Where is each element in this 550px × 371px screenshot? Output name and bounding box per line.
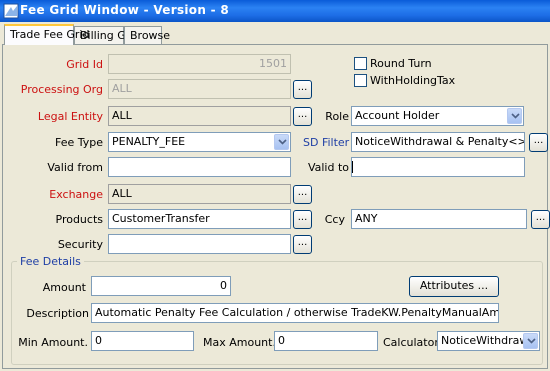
- valid-to-label: Valid to: [307, 161, 349, 174]
- products-field[interactable]: CustomerTransfer: [108, 209, 291, 229]
- fee-grid-window: Fee Grid Window - Version - 8 Trade Fee …: [0, 0, 550, 371]
- valid-from-label: Valid from: [47, 161, 103, 174]
- grid-id-field[interactable]: 1501: [108, 54, 291, 74]
- processing-org-field[interactable]: ALL: [108, 79, 291, 99]
- min-amount-label: Min Amount.: [18, 336, 88, 349]
- withholding-tax-checkbox[interactable]: [354, 74, 367, 87]
- fee-details-legend: Fee Details: [17, 255, 84, 268]
- role-label: Role: [325, 110, 349, 123]
- security-ellipsis-button[interactable]: ...: [293, 235, 312, 254]
- exchange-label: Exchange: [49, 188, 103, 201]
- round-turn-label: Round Turn: [370, 57, 432, 70]
- description-field[interactable]: Automatic Penalty Fee Calculation / othe…: [91, 303, 499, 323]
- tab-browse[interactable]: Browse: [124, 26, 170, 44]
- trade-fee-grid-panel: Grid Id 1501 Processing Org ALL ... Lega…: [2, 44, 550, 369]
- role-value: Account Holder: [355, 109, 440, 122]
- description-label: Description: [26, 307, 89, 320]
- products-label: Products: [55, 213, 104, 226]
- chevron-down-icon[interactable]: [523, 333, 538, 349]
- exchange-field[interactable]: ALL: [108, 184, 291, 204]
- sd-filter-label[interactable]: SD Filter: [303, 136, 349, 149]
- attributes-button[interactable]: Attributes ...: [409, 276, 499, 297]
- amount-label: Amount: [42, 281, 86, 294]
- max-amount-label: Max Amount.: [203, 336, 276, 349]
- withholding-tax-label: WithHoldingTax: [370, 74, 456, 87]
- sd-filter-field[interactable]: NoticeWithdrawal & Penalty<>Zero: [351, 132, 525, 152]
- text-cursor: [352, 161, 353, 173]
- security-label: Security: [57, 238, 103, 251]
- processing-org-ellipsis-button[interactable]: ...: [293, 80, 312, 99]
- window-icon: [3, 3, 19, 19]
- chevron-down-icon[interactable]: [274, 134, 289, 150]
- amount-field[interactable]: 0: [91, 276, 231, 296]
- min-amount-field[interactable]: 0: [91, 331, 194, 351]
- ccy-label: Ccy: [324, 213, 345, 226]
- valid-from-field[interactable]: [108, 157, 291, 177]
- chevron-down-icon[interactable]: [507, 108, 522, 124]
- sd-filter-ellipsis-button[interactable]: ...: [529, 133, 548, 152]
- title-bar[interactable]: Fee Grid Window - Version - 8: [0, 0, 550, 22]
- fee-type-value: PENALTY_FEE: [112, 135, 186, 148]
- tab-trade-fee-grid[interactable]: Trade Fee Grid: [4, 24, 89, 45]
- fee-type-label: Fee Type: [54, 136, 103, 149]
- calculator-select[interactable]: NoticeWithdrawa...: [437, 331, 540, 351]
- ccy-ellipsis-button[interactable]: ...: [531, 210, 550, 229]
- round-turn-checkbox[interactable]: [354, 57, 367, 70]
- legal-entity-field[interactable]: ALL: [108, 106, 291, 126]
- valid-to-field[interactable]: [351, 157, 525, 177]
- fee-type-select[interactable]: PENALTY_FEE: [108, 132, 291, 152]
- legal-entity-label: Legal Entity: [37, 110, 103, 123]
- processing-org-label: Processing Org: [20, 83, 103, 96]
- max-amount-field[interactable]: 0: [274, 331, 378, 351]
- grid-id-label: Grid Id: [66, 58, 103, 71]
- role-select[interactable]: Account Holder: [351, 106, 524, 126]
- window-title: Fee Grid Window - Version - 8: [20, 3, 230, 17]
- ccy-field[interactable]: ANY: [351, 209, 527, 229]
- calculator-label: Calculator: [383, 336, 439, 349]
- security-field[interactable]: [108, 234, 291, 254]
- exchange-ellipsis-button[interactable]: ...: [293, 185, 312, 204]
